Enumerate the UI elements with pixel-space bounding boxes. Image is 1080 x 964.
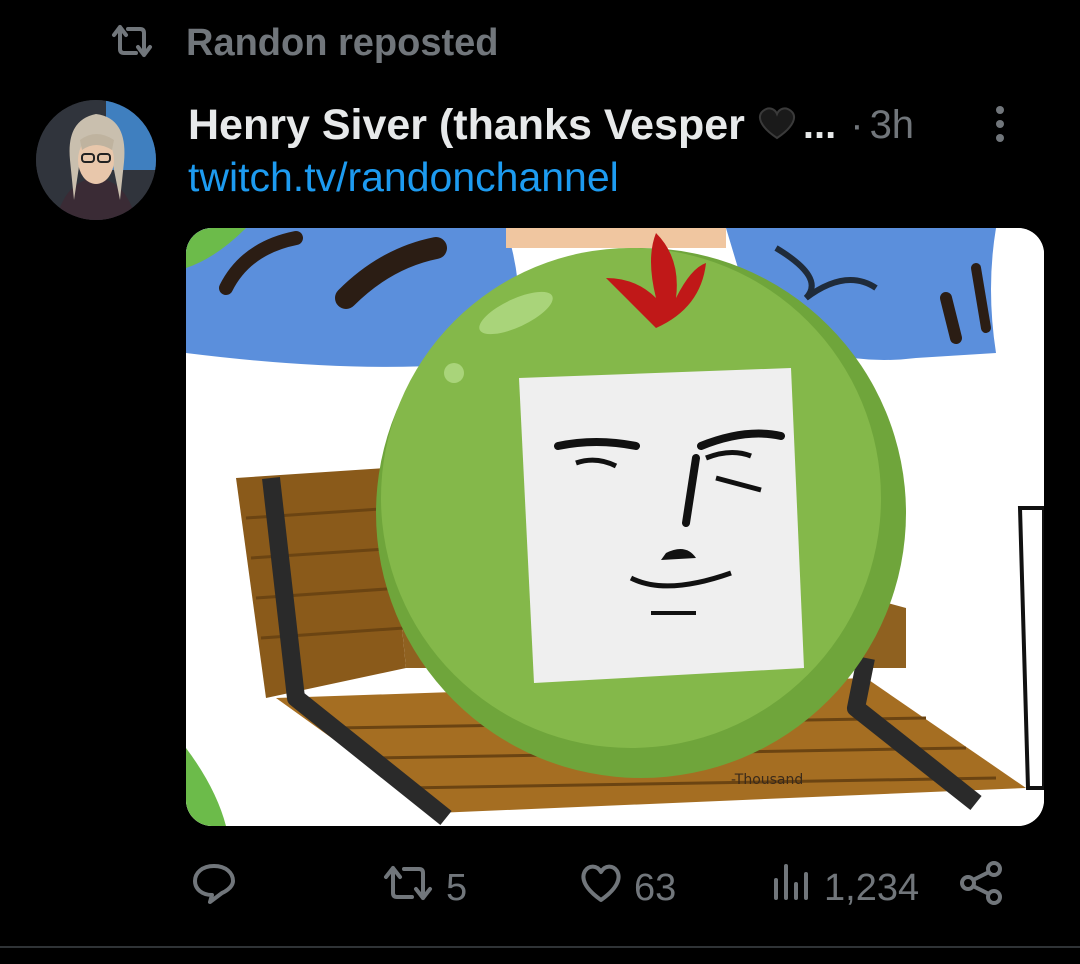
repost-icon <box>380 861 436 915</box>
name-ellipsis: ... <box>802 102 837 147</box>
repost-button[interactable]: 5 <box>380 858 467 918</box>
post-link[interactable]: twitch.tv/randonchannel <box>188 154 619 201</box>
reply-icon <box>190 860 238 916</box>
repost-indicator: Randon reposted <box>108 18 498 68</box>
action-bar: 5 63 1,234 <box>190 858 1020 918</box>
repost-icon <box>108 21 156 66</box>
share-button[interactable] <box>958 858 1006 918</box>
author-name[interactable]: Henry Siver (thanks Vesper <box>188 101 745 150</box>
views-button[interactable]: 1,234 <box>770 858 919 918</box>
black-heart-icon <box>755 106 799 145</box>
more-options-icon[interactable] <box>980 100 1020 148</box>
divider <box>0 946 1080 948</box>
view-count: 1,234 <box>824 866 920 909</box>
share-icon <box>958 859 1006 917</box>
image-signature: -Thousand <box>731 772 803 788</box>
like-button[interactable]: 63 <box>578 858 676 918</box>
meta-separator: · <box>850 102 864 147</box>
bar-chart-icon <box>770 862 814 914</box>
like-count: 63 <box>634 866 677 909</box>
heart-icon <box>578 862 624 914</box>
reply-button[interactable] <box>190 858 248 918</box>
post-image[interactable]: -Thousand <box>186 228 1044 826</box>
repost-item[interactable]: Randon reposted Henry Siver (thanks Vesp… <box>0 0 1080 964</box>
timestamp[interactable]: 3h <box>870 103 915 148</box>
avatar[interactable] <box>36 100 156 220</box>
post-header: Henry Siver (thanks Vesper ... · 3h <box>188 96 1060 154</box>
repost-count: 5 <box>446 866 468 909</box>
repost-label: Randon reposted <box>186 21 499 64</box>
